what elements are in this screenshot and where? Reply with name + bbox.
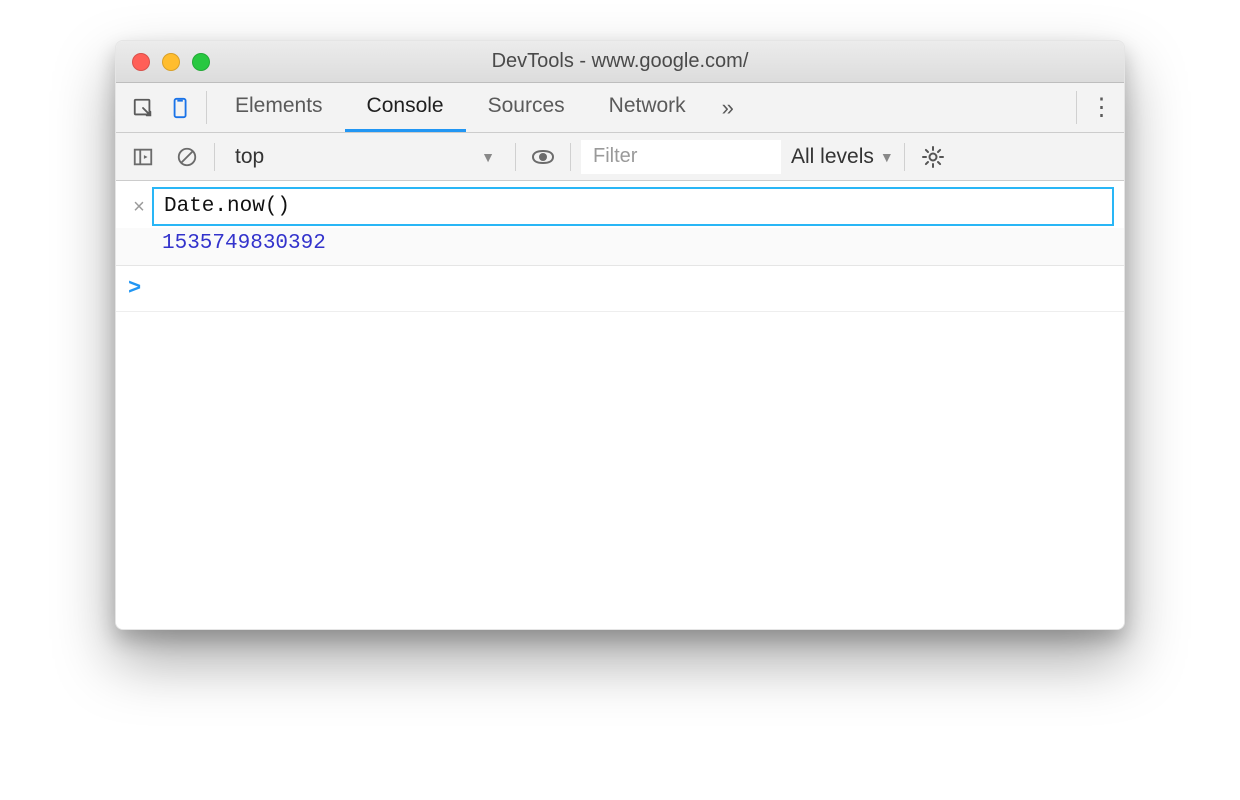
divider [904, 143, 905, 171]
console-prompt-row[interactable]: > [116, 266, 1124, 312]
console-settings-icon[interactable] [915, 145, 951, 169]
menu-button[interactable]: ⋮ [1076, 91, 1116, 124]
inspect-element-icon[interactable] [124, 83, 162, 132]
caret-down-icon: ▼ [880, 149, 894, 165]
clear-console-icon[interactable] [170, 140, 204, 174]
tab-sources[interactable]: Sources [466, 83, 587, 132]
device-toolbar-icon[interactable] [162, 83, 200, 132]
divider [570, 143, 571, 171]
titlebar: DevTools - www.google.com/ [116, 41, 1124, 83]
console-output: × Date.now() 1535749830392 > [116, 181, 1124, 629]
divider [206, 91, 207, 124]
tab-network[interactable]: Network [587, 83, 708, 132]
window-title: DevTools - www.google.com/ [116, 50, 1124, 73]
tab-console[interactable]: Console [345, 83, 466, 132]
live-expression-input[interactable]: Date.now() [152, 187, 1114, 226]
minimize-window-button[interactable] [162, 53, 180, 71]
live-expression-icon[interactable] [526, 140, 560, 174]
traffic-lights [116, 53, 210, 71]
remove-expression-icon[interactable]: × [126, 187, 152, 220]
execution-context-select[interactable]: top ▼ [225, 145, 505, 169]
console-toolbar: top ▼ All levels ▼ [116, 133, 1124, 181]
filter-input[interactable] [581, 140, 781, 174]
log-levels-select[interactable]: All levels ▼ [791, 145, 894, 169]
live-expression-row: × Date.now() [116, 181, 1124, 228]
main-toolbar: Elements Console Sources Network » ⋮ [116, 83, 1124, 133]
caret-down-icon: ▼ [481, 149, 495, 165]
live-expression-result: 1535749830392 [116, 228, 1124, 266]
divider [214, 143, 215, 171]
more-tabs-button[interactable]: » [708, 83, 748, 132]
close-window-button[interactable] [132, 53, 150, 71]
maximize-window-button[interactable] [192, 53, 210, 71]
prompt-chevron-icon: > [128, 276, 141, 301]
tab-elements[interactable]: Elements [213, 83, 345, 132]
divider [515, 143, 516, 171]
levels-label: All levels [791, 145, 874, 169]
context-label: top [235, 145, 264, 169]
toggle-sidebar-icon[interactable] [126, 140, 160, 174]
devtools-window: DevTools - www.google.com/ Elements Cons… [115, 40, 1125, 630]
